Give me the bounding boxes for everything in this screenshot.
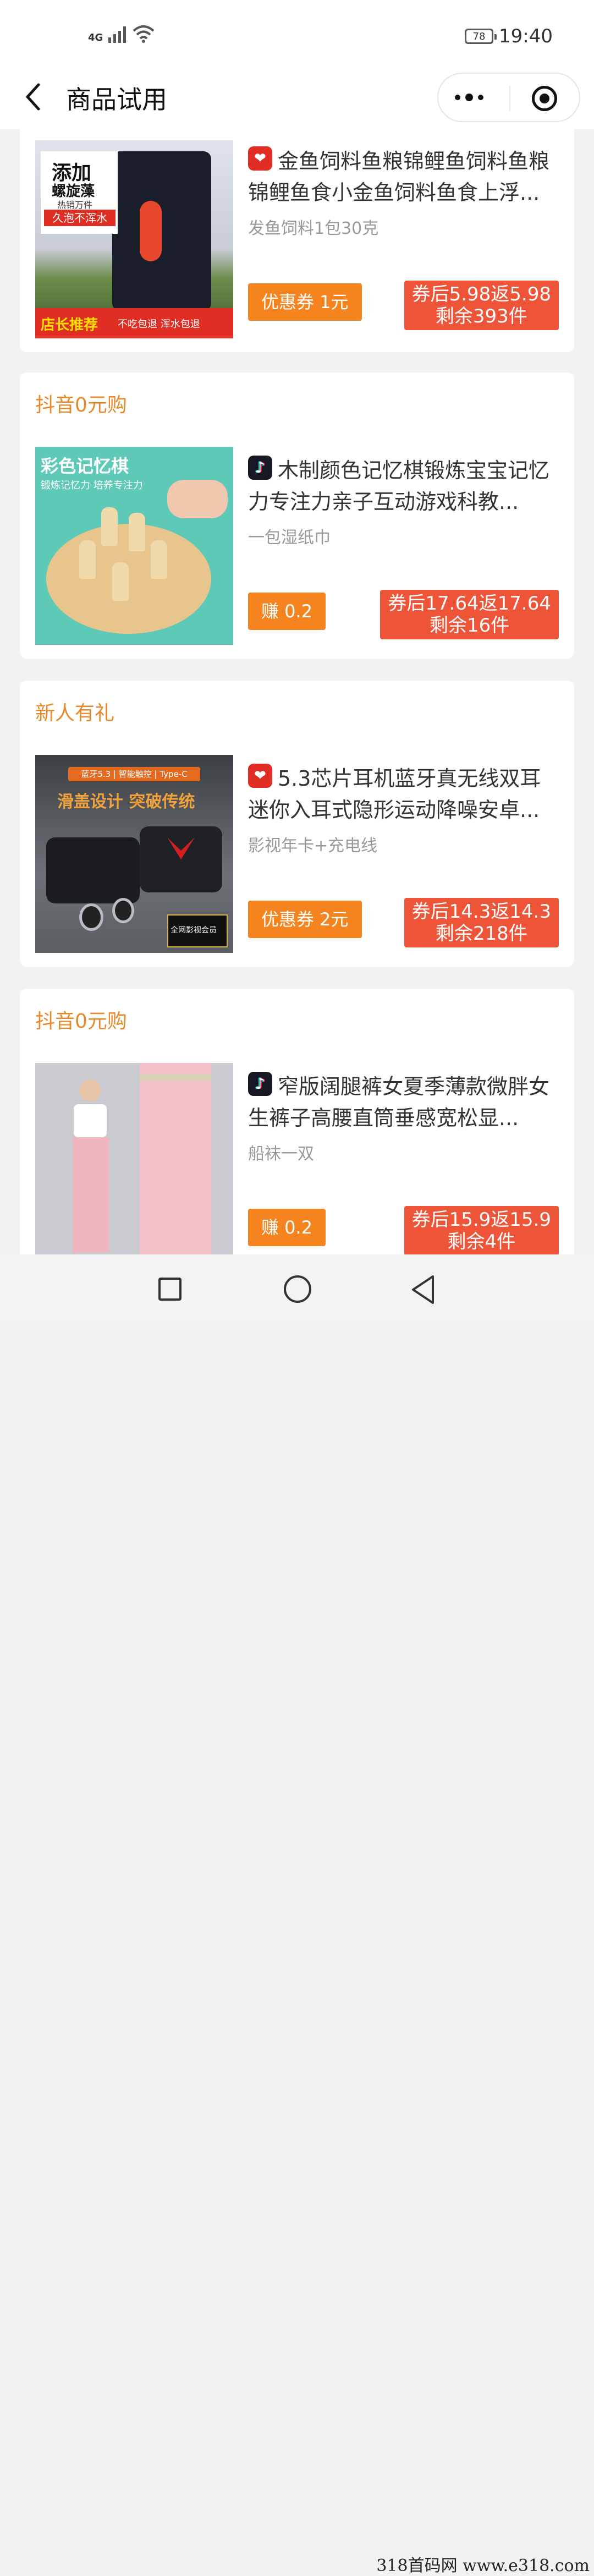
capsule-divider bbox=[509, 86, 510, 111]
product-card[interactable]: 新人有礼 蓝牙5.3 | 智能触控 | Type-C 滑盖设计 突破传统 全网影… bbox=[20, 681, 574, 967]
price-rebate-button[interactable]: 券后5.98返5.98 剩余393件 bbox=[404, 281, 559, 330]
remaining-stock: 剩余4件 bbox=[447, 1231, 516, 1253]
card-tag: 抖音0元购 bbox=[35, 1010, 127, 1033]
product-gift: 船袜一双 bbox=[248, 1144, 314, 1164]
coupon-button[interactable]: 优惠券 2元 bbox=[248, 901, 362, 938]
product-title-block: 窄版阔腿裤女夏季薄款微胖女生裤子高腰直筒垂感宽松显... bbox=[248, 1071, 562, 1134]
image-text: 不吃包退 浑水包退 bbox=[118, 319, 200, 330]
product-title-block: 5.3芯片耳机蓝牙真无线双耳迷你入耳式隐形运动降噪安卓... bbox=[248, 763, 562, 826]
remaining-stock: 剩余16件 bbox=[430, 615, 510, 637]
product-card[interactable]: 添加 螺旋藻 热销万件 久泡不浑水 店长推荐 不吃包退 浑水包退 金鱼饲料鱼粮锦… bbox=[20, 129, 574, 352]
pinduoduo-icon bbox=[248, 764, 272, 788]
wifi-icon bbox=[133, 25, 155, 43]
remaining-stock: 剩余218件 bbox=[435, 923, 527, 945]
clock: 19:40 bbox=[499, 25, 553, 47]
product-card[interactable]: 抖音0元购 彩色记忆棋 锻炼记忆力 培养专注力 木制颜色记忆棋锻炼宝宝记忆力专注… bbox=[20, 372, 574, 659]
recent-apps-icon[interactable] bbox=[158, 1278, 182, 1301]
price-rebate-text: 券后5.98返5.98 bbox=[411, 283, 551, 305]
status-bar: 4G 78 19:40 bbox=[0, 0, 594, 74]
product-title: 木制颜色记忆棋锻炼宝宝记忆力专注力亲子互动游戏科教... bbox=[248, 458, 550, 514]
douyin-icon bbox=[248, 456, 272, 480]
back-triangle-icon[interactable] bbox=[410, 1274, 437, 1305]
price-rebate-button[interactable]: 券后14.3返14.3 剩余218件 bbox=[404, 898, 559, 947]
image-text: 热销万件 bbox=[57, 200, 93, 210]
earn-button[interactable]: 赚 0.2 bbox=[248, 593, 326, 630]
product-image: 彩色记忆棋 锻炼记忆力 培养专注力 bbox=[35, 447, 233, 645]
price-rebate-text: 券后17.64返17.64 bbox=[388, 593, 551, 615]
product-card[interactable]: 抖音0元购 窄版阔腿裤女夏季薄款微胖女生裤子高腰直筒垂感宽松显... 船袜一双 … bbox=[20, 989, 574, 1254]
image-text: 滑盖设计 突破传统 bbox=[57, 792, 195, 812]
close-target-icon[interactable] bbox=[532, 86, 557, 111]
page-title: 商品试用 bbox=[66, 85, 167, 114]
mini-program-capsule bbox=[437, 73, 580, 122]
product-image: 添加 螺旋藻 热销万件 久泡不浑水 店长推荐 不吃包退 浑水包退 bbox=[35, 140, 233, 338]
home-icon[interactable] bbox=[284, 1275, 311, 1303]
signal-icon bbox=[108, 25, 127, 43]
earn-button[interactable]: 赚 0.2 bbox=[248, 1209, 326, 1246]
battery-level: 78 bbox=[472, 30, 486, 42]
product-list: 添加 螺旋藻 热销万件 久泡不浑水 店长推荐 不吃包退 浑水包退 金鱼饲料鱼粮锦… bbox=[0, 129, 594, 1254]
back-arrow-icon[interactable] bbox=[22, 80, 44, 113]
card-tag: 抖音0元购 bbox=[35, 394, 127, 416]
image-text: 彩色记忆棋 bbox=[41, 456, 129, 476]
remaining-stock: 剩余393件 bbox=[435, 305, 527, 327]
signal-group: 4G bbox=[88, 24, 156, 43]
card-tag: 新人有礼 bbox=[35, 702, 115, 725]
product-title-block: 木制颜色记忆棋锻炼宝宝记忆力专注力亲子互动游戏科教... bbox=[248, 455, 562, 518]
product-gift: 一包湿纸巾 bbox=[248, 528, 331, 547]
product-title: 5.3芯片耳机蓝牙真无线双耳迷你入耳式隐形运动降噪安卓... bbox=[248, 766, 541, 822]
product-title: 窄版阔腿裤女夏季薄款微胖女生裤子高腰直筒垂感宽松显... bbox=[248, 1075, 550, 1130]
coupon-button[interactable]: 优惠券 1元 bbox=[248, 283, 362, 321]
product-title-block: 金鱼饲料鱼粮锦鲤鱼饲料鱼粮锦鲤鱼食小金鱼饲料鱼食上浮... bbox=[248, 146, 562, 209]
image-text: 锻炼记忆力 培养专注力 bbox=[41, 480, 143, 491]
image-text: 蓝牙5.3 | 智能触控 | Type-C bbox=[68, 767, 200, 781]
product-gift: 影视年卡+充电线 bbox=[248, 836, 378, 856]
battery-icon: 78 bbox=[465, 29, 497, 44]
price-rebate-button[interactable]: 券后17.64返17.64 剩余16件 bbox=[380, 590, 559, 639]
image-text: 店长推荐 bbox=[41, 317, 98, 333]
image-text: 全网影视会员 bbox=[170, 926, 217, 935]
price-rebate-button[interactable]: 券后15.9返15.9 剩余4件 bbox=[404, 1206, 559, 1254]
douyin-icon bbox=[248, 1072, 272, 1096]
system-nav-bar: 318首码网 www.e318.com bbox=[0, 1254, 594, 2575]
watermark: 318首码网 www.e318.com bbox=[376, 2556, 590, 2575]
product-image: 蓝牙5.3 | 智能触控 | Type-C 滑盖设计 突破传统 全网影视会员 bbox=[35, 755, 233, 953]
more-icon[interactable] bbox=[455, 94, 483, 101]
product-image bbox=[35, 1063, 233, 1254]
product-gift: 发鱼饲料1包30克 bbox=[248, 219, 379, 238]
image-text: 久泡不浑水 bbox=[44, 210, 116, 226]
price-rebate-text: 券后15.9返15.9 bbox=[411, 1209, 551, 1231]
nav-bar: 商品试用 bbox=[0, 66, 594, 129]
price-rebate-text: 券后14.3返14.3 bbox=[411, 901, 551, 923]
product-title: 金鱼饲料鱼粮锦鲤鱼饲料鱼粮锦鲤鱼食小金鱼饲料鱼食上浮... bbox=[248, 149, 550, 205]
status-right: 78 19:40 bbox=[465, 25, 553, 47]
pinduoduo-icon bbox=[248, 146, 272, 171]
network-type: 4G bbox=[88, 32, 103, 43]
